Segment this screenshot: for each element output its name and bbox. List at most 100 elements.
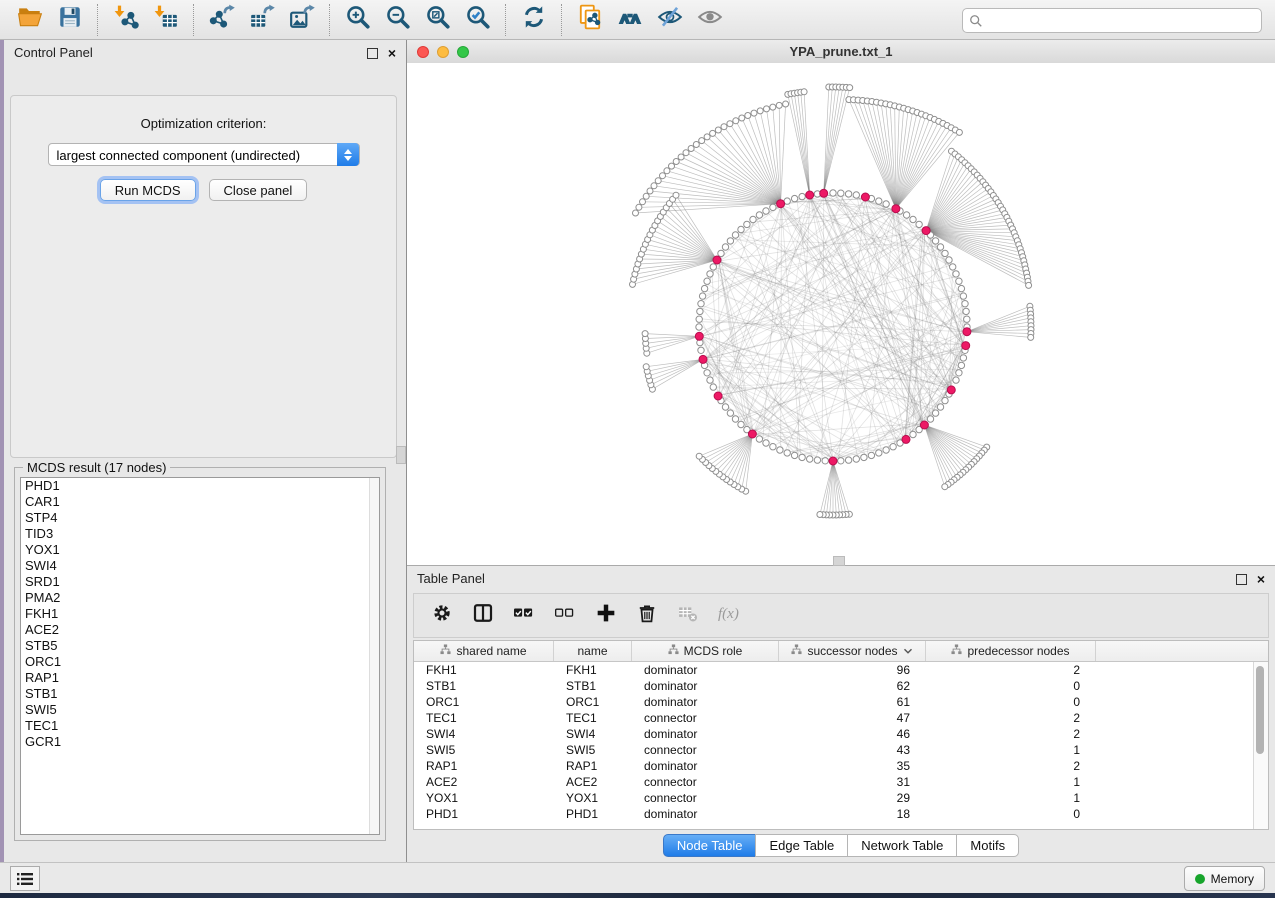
export-network-button[interactable]: [202, 3, 242, 37]
mcds-result-node[interactable]: STB1: [21, 686, 379, 702]
table-row[interactable]: ACE2ACE2connector311: [414, 774, 1268, 790]
cell-predecessor-nodes[interactable]: 1: [926, 742, 1096, 758]
cell-name[interactable]: PHD1: [554, 806, 632, 822]
table-row[interactable]: PHD1PHD1dominator180: [414, 806, 1268, 822]
mcds-result-node[interactable]: ORC1: [21, 654, 379, 670]
cell-predecessor-nodes[interactable]: 2: [926, 662, 1096, 678]
cell-shared-name[interactable]: FKH1: [414, 662, 554, 678]
tab-network-table[interactable]: Network Table: [847, 834, 957, 857]
cell-shared-name[interactable]: SWI5: [414, 742, 554, 758]
cell-MCDS-role[interactable]: connector: [632, 774, 779, 790]
table-scrollbar[interactable]: [1253, 662, 1268, 829]
mcds-result-node[interactable]: FKH1: [21, 606, 379, 622]
mcds-result-list[interactable]: PHD1CAR1STP4TID3YOX1SWI4SRD1PMA2FKH1ACE2…: [20, 477, 380, 835]
show-all-button[interactable]: [690, 3, 730, 37]
zoom-fit-button[interactable]: [418, 3, 458, 37]
mcds-result-node[interactable]: SWI5: [21, 702, 379, 718]
column-header-name[interactable]: name: [554, 641, 632, 661]
cell-successor-nodes[interactable]: 47: [779, 710, 926, 726]
close-panel-icon[interactable]: [388, 49, 396, 58]
table-row[interactable]: TEC1TEC1connector472: [414, 710, 1268, 726]
cell-MCDS-role[interactable]: connector: [632, 790, 779, 806]
cell-shared-name[interactable]: ACE2: [414, 774, 554, 790]
cell-predecessor-nodes[interactable]: 2: [926, 758, 1096, 774]
cell-shared-name[interactable]: RAP1: [414, 758, 554, 774]
cell-successor-nodes[interactable]: 96: [779, 662, 926, 678]
cell-successor-nodes[interactable]: 31: [779, 774, 926, 790]
cell-predecessor-nodes[interactable]: 0: [926, 678, 1096, 694]
table-row[interactable]: SWI4SWI4dominator462: [414, 726, 1268, 742]
open-file-button[interactable]: [10, 3, 50, 37]
tab-node-table[interactable]: Node Table: [663, 834, 757, 857]
first-neighbors-button[interactable]: [610, 3, 650, 37]
float-table-panel-icon[interactable]: [1236, 574, 1247, 585]
cell-predecessor-nodes[interactable]: 1: [926, 774, 1096, 790]
cell-name[interactable]: ACE2: [554, 774, 632, 790]
deselect-all-rows-button[interactable]: [554, 605, 576, 627]
cell-shared-name[interactable]: ORC1: [414, 694, 554, 710]
cell-predecessor-nodes[interactable]: 0: [926, 694, 1096, 710]
add-column-button[interactable]: [595, 605, 617, 627]
save-session-button[interactable]: [50, 3, 90, 37]
hide-selected-button[interactable]: [650, 3, 690, 37]
mcds-result-node[interactable]: CAR1: [21, 494, 379, 510]
cell-name[interactable]: RAP1: [554, 758, 632, 774]
close-table-panel-icon[interactable]: [1257, 575, 1265, 584]
cell-shared-name[interactable]: STB1: [414, 678, 554, 694]
cell-MCDS-role[interactable]: connector: [632, 710, 779, 726]
mcds-result-node[interactable]: SRD1: [21, 574, 379, 590]
mcds-result-node[interactable]: TID3: [21, 526, 379, 542]
mcds-result-node[interactable]: PMA2: [21, 590, 379, 606]
cell-name[interactable]: TEC1: [554, 710, 632, 726]
cell-MCDS-role[interactable]: dominator: [632, 662, 779, 678]
task-history-button[interactable]: [10, 866, 40, 891]
cell-successor-nodes[interactable]: 35: [779, 758, 926, 774]
mcds-result-node[interactable]: STB5: [21, 638, 379, 654]
criterion-select[interactable]: largest connected component (undirected): [48, 143, 360, 166]
cell-predecessor-nodes[interactable]: 1: [926, 790, 1096, 806]
cell-successor-nodes[interactable]: 46: [779, 726, 926, 742]
window-zoom-icon[interactable]: [457, 46, 469, 58]
tab-motifs[interactable]: Motifs: [956, 834, 1019, 857]
mcds-result-node[interactable]: YOX1: [21, 542, 379, 558]
table-row[interactable]: RAP1RAP1dominator352: [414, 758, 1268, 774]
cell-name[interactable]: FKH1: [554, 662, 632, 678]
cell-name[interactable]: YOX1: [554, 790, 632, 806]
cell-predecessor-nodes[interactable]: 2: [926, 710, 1096, 726]
column-header-shared-name[interactable]: shared name: [414, 641, 554, 661]
table-scrollbar-thumb[interactable]: [1256, 666, 1264, 754]
window-close-icon[interactable]: [417, 46, 429, 58]
zoom-in-button[interactable]: [338, 3, 378, 37]
cell-predecessor-nodes[interactable]: 0: [926, 806, 1096, 822]
tab-edge-table[interactable]: Edge Table: [755, 834, 848, 857]
cell-shared-name[interactable]: YOX1: [414, 790, 554, 806]
cell-MCDS-role[interactable]: connector: [632, 742, 779, 758]
window-minimize-icon[interactable]: [437, 46, 449, 58]
export-image-button[interactable]: [282, 3, 322, 37]
mcds-result-node[interactable]: RAP1: [21, 670, 379, 686]
result-list-scrollbar[interactable]: [369, 478, 379, 834]
cell-MCDS-role[interactable]: dominator: [632, 806, 779, 822]
float-panel-icon[interactable]: [367, 48, 378, 59]
cell-successor-nodes[interactable]: 61: [779, 694, 926, 710]
import-table-button[interactable]: [146, 3, 186, 37]
cell-MCDS-role[interactable]: dominator: [632, 726, 779, 742]
memory-button[interactable]: Memory: [1184, 866, 1265, 891]
cell-name[interactable]: STB1: [554, 678, 632, 694]
table-row[interactable]: FKH1FKH1dominator962: [414, 662, 1268, 678]
settings-button[interactable]: [431, 605, 453, 627]
table-row[interactable]: YOX1YOX1connector291: [414, 790, 1268, 806]
import-network-button[interactable]: [106, 3, 146, 37]
export-table-button[interactable]: [242, 3, 282, 37]
mcds-result-node[interactable]: TEC1: [21, 718, 379, 734]
search-input[interactable]: [983, 13, 1255, 29]
cell-predecessor-nodes[interactable]: 2: [926, 726, 1096, 742]
table-row[interactable]: STB1STB1dominator620: [414, 678, 1268, 694]
cell-successor-nodes[interactable]: 29: [779, 790, 926, 806]
select-all-rows-button[interactable]: [513, 605, 535, 627]
cell-successor-nodes[interactable]: 43: [779, 742, 926, 758]
close-panel-button[interactable]: Close panel: [209, 179, 308, 201]
cell-shared-name[interactable]: SWI4: [414, 726, 554, 742]
column-header-predecessor-nodes[interactable]: predecessor nodes: [926, 641, 1096, 661]
mcds-result-node[interactable]: GCR1: [21, 734, 379, 750]
